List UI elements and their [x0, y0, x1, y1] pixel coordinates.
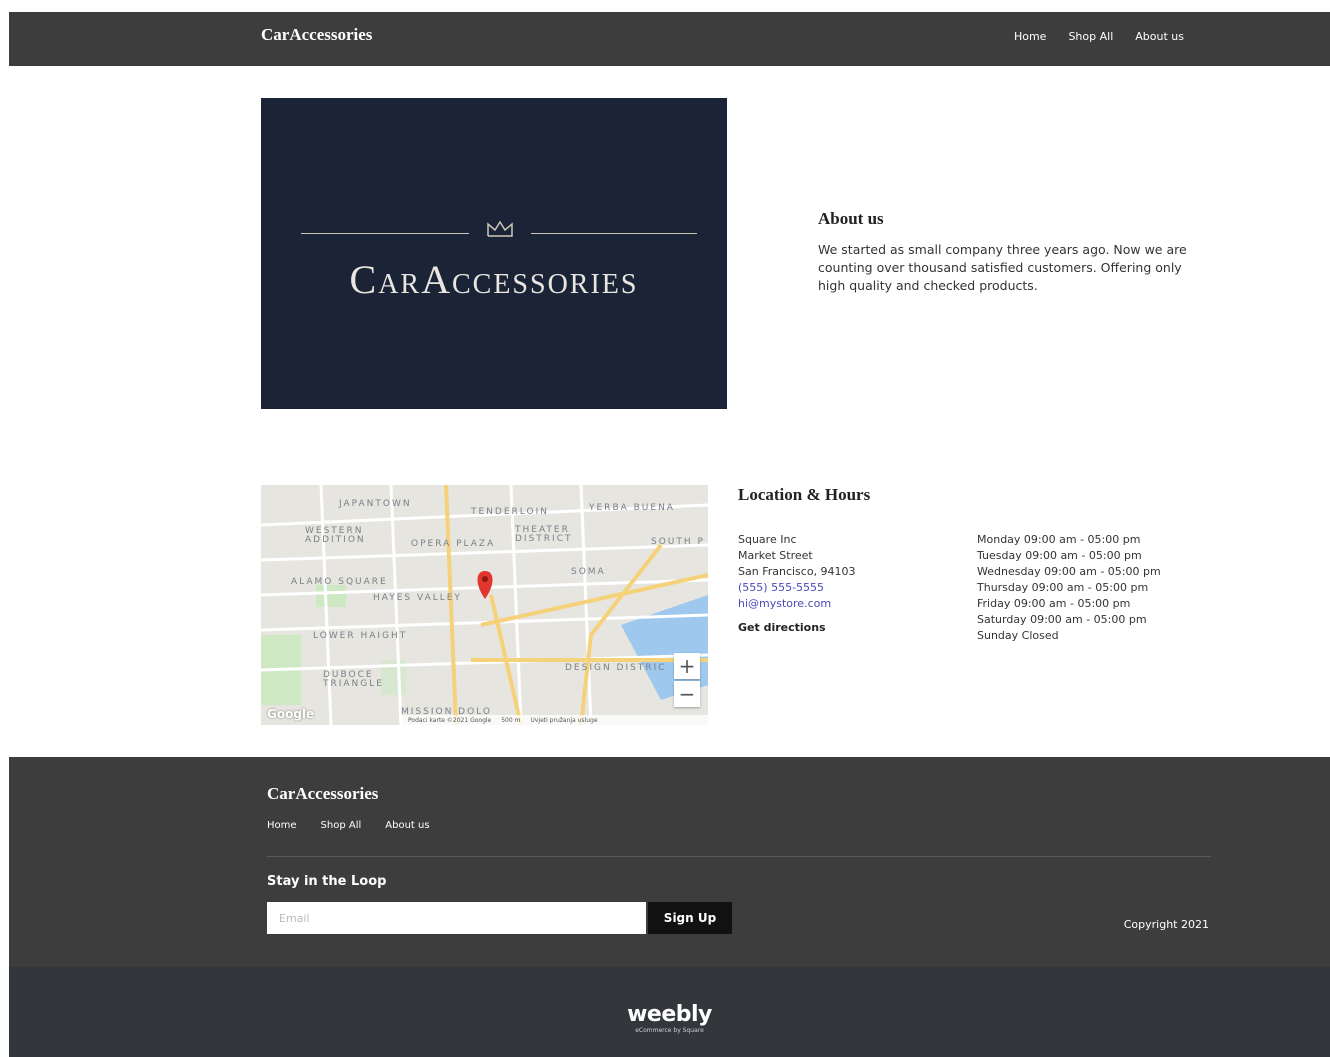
google-logo[interactable]: Google: [267, 707, 314, 721]
hours-row: Thursday 09:00 am - 05:00 pm: [977, 581, 1149, 594]
map-scale[interactable]: 500 m: [501, 717, 520, 724]
map-zoom-out-button[interactable]: −: [674, 681, 700, 707]
map-label: SOUTH P: [651, 537, 705, 547]
location-map[interactable]: JAPANTOWN TENDERLOIN YERBA BUENA WESTERN…: [261, 485, 708, 725]
brand-logo-image: CarAccessories: [261, 98, 727, 409]
hours-row: Wednesday 09:00 am - 05:00 pm: [977, 565, 1161, 578]
crown-icon: [487, 220, 513, 237]
map-terms-link[interactable]: Uvjeti pružanja usluge: [530, 717, 597, 724]
map-label: WESTERN ADDITION: [305, 526, 366, 545]
logo-wordmark: CarAccessories: [349, 257, 639, 302]
nav-about-us[interactable]: About us: [1135, 30, 1184, 43]
map-label: DUBOCE TRIANGLE: [323, 670, 384, 689]
about-text: We started as small company three years …: [818, 242, 1187, 293]
hours-row: Tuesday 09:00 am - 05:00 pm: [977, 549, 1142, 562]
footer-divider: [267, 856, 1211, 857]
map-label: JAPANTOWN: [339, 499, 412, 509]
map-zoom-in-button[interactable]: +: [674, 653, 700, 679]
map-label: THEATER DISTRICT: [515, 525, 573, 544]
nav-home[interactable]: Home: [1014, 30, 1046, 43]
map-streets: [261, 485, 708, 725]
map-label: OPERA PLAZA: [411, 539, 496, 549]
map-label: LOWER HAIGHT: [313, 631, 408, 641]
about-title: About us: [818, 209, 884, 228]
location-title: Location & Hours: [738, 485, 871, 504]
footer-nav-about-us[interactable]: About us: [385, 820, 429, 831]
map-label: SOMA: [571, 567, 606, 577]
nav-shop-all[interactable]: Shop All: [1068, 30, 1113, 43]
footer-nav-shop-all[interactable]: Shop All: [321, 820, 362, 831]
email-link[interactable]: hi@mystore.com: [738, 596, 856, 612]
top-navbar: CarAccessories Home Shop All About us: [9, 12, 1330, 66]
footer-nav: Home Shop All About us: [267, 820, 430, 831]
newsletter-email-input[interactable]: [267, 902, 646, 934]
site-brand[interactable]: CarAccessories: [261, 25, 372, 45]
logo-rule-left: [301, 233, 469, 234]
weebly-logo[interactable]: weebly: [9, 1002, 1330, 1027]
logo-rule-right: [531, 233, 697, 234]
address-block: Square Inc Market Street San Francisco, …: [738, 532, 856, 636]
phone-link[interactable]: (555) 555-5555: [738, 580, 856, 596]
map-label: HAYES VALLEY: [373, 593, 462, 603]
footer-nav-home[interactable]: Home: [267, 820, 297, 831]
powered-by-bar: weebly eCommerce by Square: [9, 967, 1330, 1057]
copyright-text: Copyright 2021: [1123, 918, 1209, 931]
hours-row: Monday 09:00 am - 05:00 pm: [977, 533, 1141, 546]
map-label: DESIGN DISTRIC: [565, 663, 667, 673]
site-footer: CarAccessories Home Shop All About us St…: [9, 757, 1330, 967]
newsletter-title: Stay in the Loop: [267, 874, 387, 889]
map-data-credit[interactable]: Podaci karte ©2021 Google: [408, 717, 491, 724]
sign-up-button[interactable]: Sign Up: [648, 902, 732, 934]
get-directions-link[interactable]: Get directions: [738, 620, 856, 636]
location-hours-section: Location & Hours Square Inc Market Stree…: [738, 485, 1198, 642]
map-label: TENDERLOIN: [471, 507, 549, 517]
address-line: San Francisco, 94103: [738, 565, 856, 578]
address-line: Market Street: [738, 549, 813, 562]
about-section: About us We started as small company thr…: [818, 209, 1198, 295]
map-attribution: Podaci karte ©2021 Google 500 m Uvjeti p…: [402, 715, 708, 725]
map-label: YERBA BUENA: [589, 503, 675, 513]
hours-row: Sunday Closed: [977, 629, 1059, 642]
address-line: Square Inc: [738, 533, 797, 546]
ecommerce-by-square-text: eCommerce by Square: [635, 1027, 704, 1034]
hours-row: Saturday 09:00 am - 05:00 pm: [977, 613, 1147, 626]
main-nav: Home Shop All About us: [1014, 30, 1184, 43]
hours-block: Monday 09:00 am - 05:00 pm Tuesday 09:00…: [977, 532, 1161, 644]
hours-row: Friday 09:00 am - 05:00 pm: [977, 597, 1131, 610]
footer-brand[interactable]: CarAccessories: [267, 784, 378, 804]
map-label: ALAMO SQUARE: [291, 577, 388, 587]
